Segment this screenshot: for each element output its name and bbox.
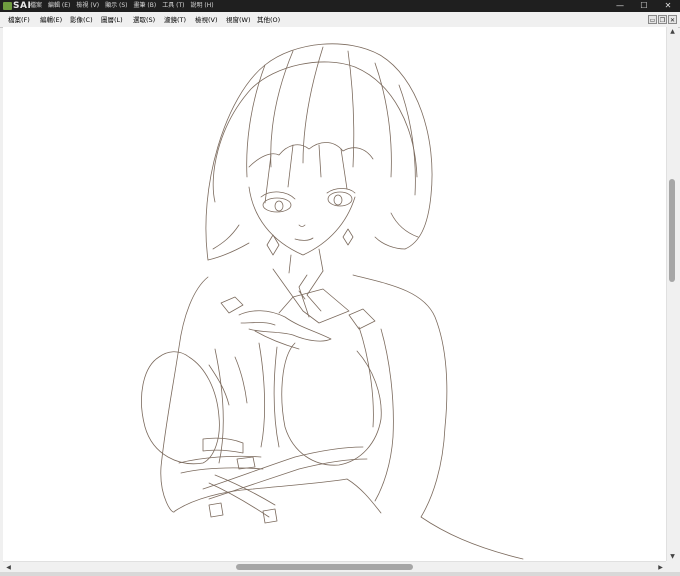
title-menu-file[interactable]: 檔案 — [30, 0, 42, 12]
close-button[interactable]: ✕ — [656, 0, 680, 12]
title-menu: 檔案 編輯 (E) 檢視 (V) 顯示 (S) 畫筆 (B) 工具 (T) 說明… — [30, 0, 214, 12]
drawing-canvas[interactable] — [3, 27, 666, 561]
menu-window[interactable]: 視窗(W) — [226, 14, 251, 24]
maximize-button[interactable]: ☐ — [632, 0, 656, 12]
scroll-corner — [666, 561, 677, 572]
vertical-scrollbar[interactable]: ▲ ▼ — [666, 27, 678, 561]
doc-restore-button[interactable]: ❐ — [658, 15, 667, 24]
title-menu-brush[interactable]: 畫筆 (B) — [134, 0, 157, 12]
doc-minimize-button[interactable]: ▭ — [648, 15, 657, 24]
sai-app-icon — [3, 2, 12, 10]
title-menu-help[interactable]: 說明 (H) — [191, 0, 214, 12]
lineart-drawing — [141, 43, 524, 560]
menu-bar: 檔案(F) 編輯(E) 影像(C) 圖層(L) 選取(S) 濾鏡(T) 檢視(V… — [0, 12, 680, 28]
menu-file[interactable]: 檔案(F) — [8, 14, 30, 24]
menu-select[interactable]: 選取(S) — [133, 14, 155, 24]
title-menu-view[interactable]: 檢視 (V) — [76, 0, 99, 12]
title-menu-edit[interactable]: 編輯 (E) — [48, 0, 70, 12]
title-menu-tools[interactable]: 工具 (T) — [162, 0, 184, 12]
vertical-scroll-thumb[interactable] — [669, 179, 675, 282]
app-name: SAI — [13, 1, 32, 11]
scroll-up-arrow-icon[interactable]: ▲ — [667, 27, 678, 36]
menu-view[interactable]: 檢視(V) — [195, 14, 218, 24]
menu-image[interactable]: 影像(C) — [70, 14, 93, 24]
scroll-down-arrow-icon[interactable]: ▼ — [667, 552, 678, 561]
minimize-button[interactable]: — — [608, 0, 632, 12]
title-bar: SAI 檔案 編輯 (E) 檢視 (V) 顯示 (S) 畫筆 (B) 工具 (T… — [0, 0, 680, 12]
scroll-left-arrow-icon[interactable]: ◀ — [3, 563, 14, 572]
menu-edit[interactable]: 編輯(E) — [40, 14, 62, 24]
horizontal-scroll-thumb[interactable] — [236, 564, 413, 570]
menu-filter[interactable]: 濾鏡(T) — [164, 14, 186, 24]
scroll-right-arrow-icon[interactable]: ▶ — [655, 563, 666, 572]
menu-layer[interactable]: 圖層(L) — [101, 14, 123, 24]
menu-other[interactable]: 其他(O) — [257, 14, 280, 24]
title-menu-display[interactable]: 顯示 (S) — [105, 0, 127, 12]
doc-close-button[interactable]: ✕ — [668, 15, 677, 24]
window-bottom-edge — [0, 572, 680, 576]
